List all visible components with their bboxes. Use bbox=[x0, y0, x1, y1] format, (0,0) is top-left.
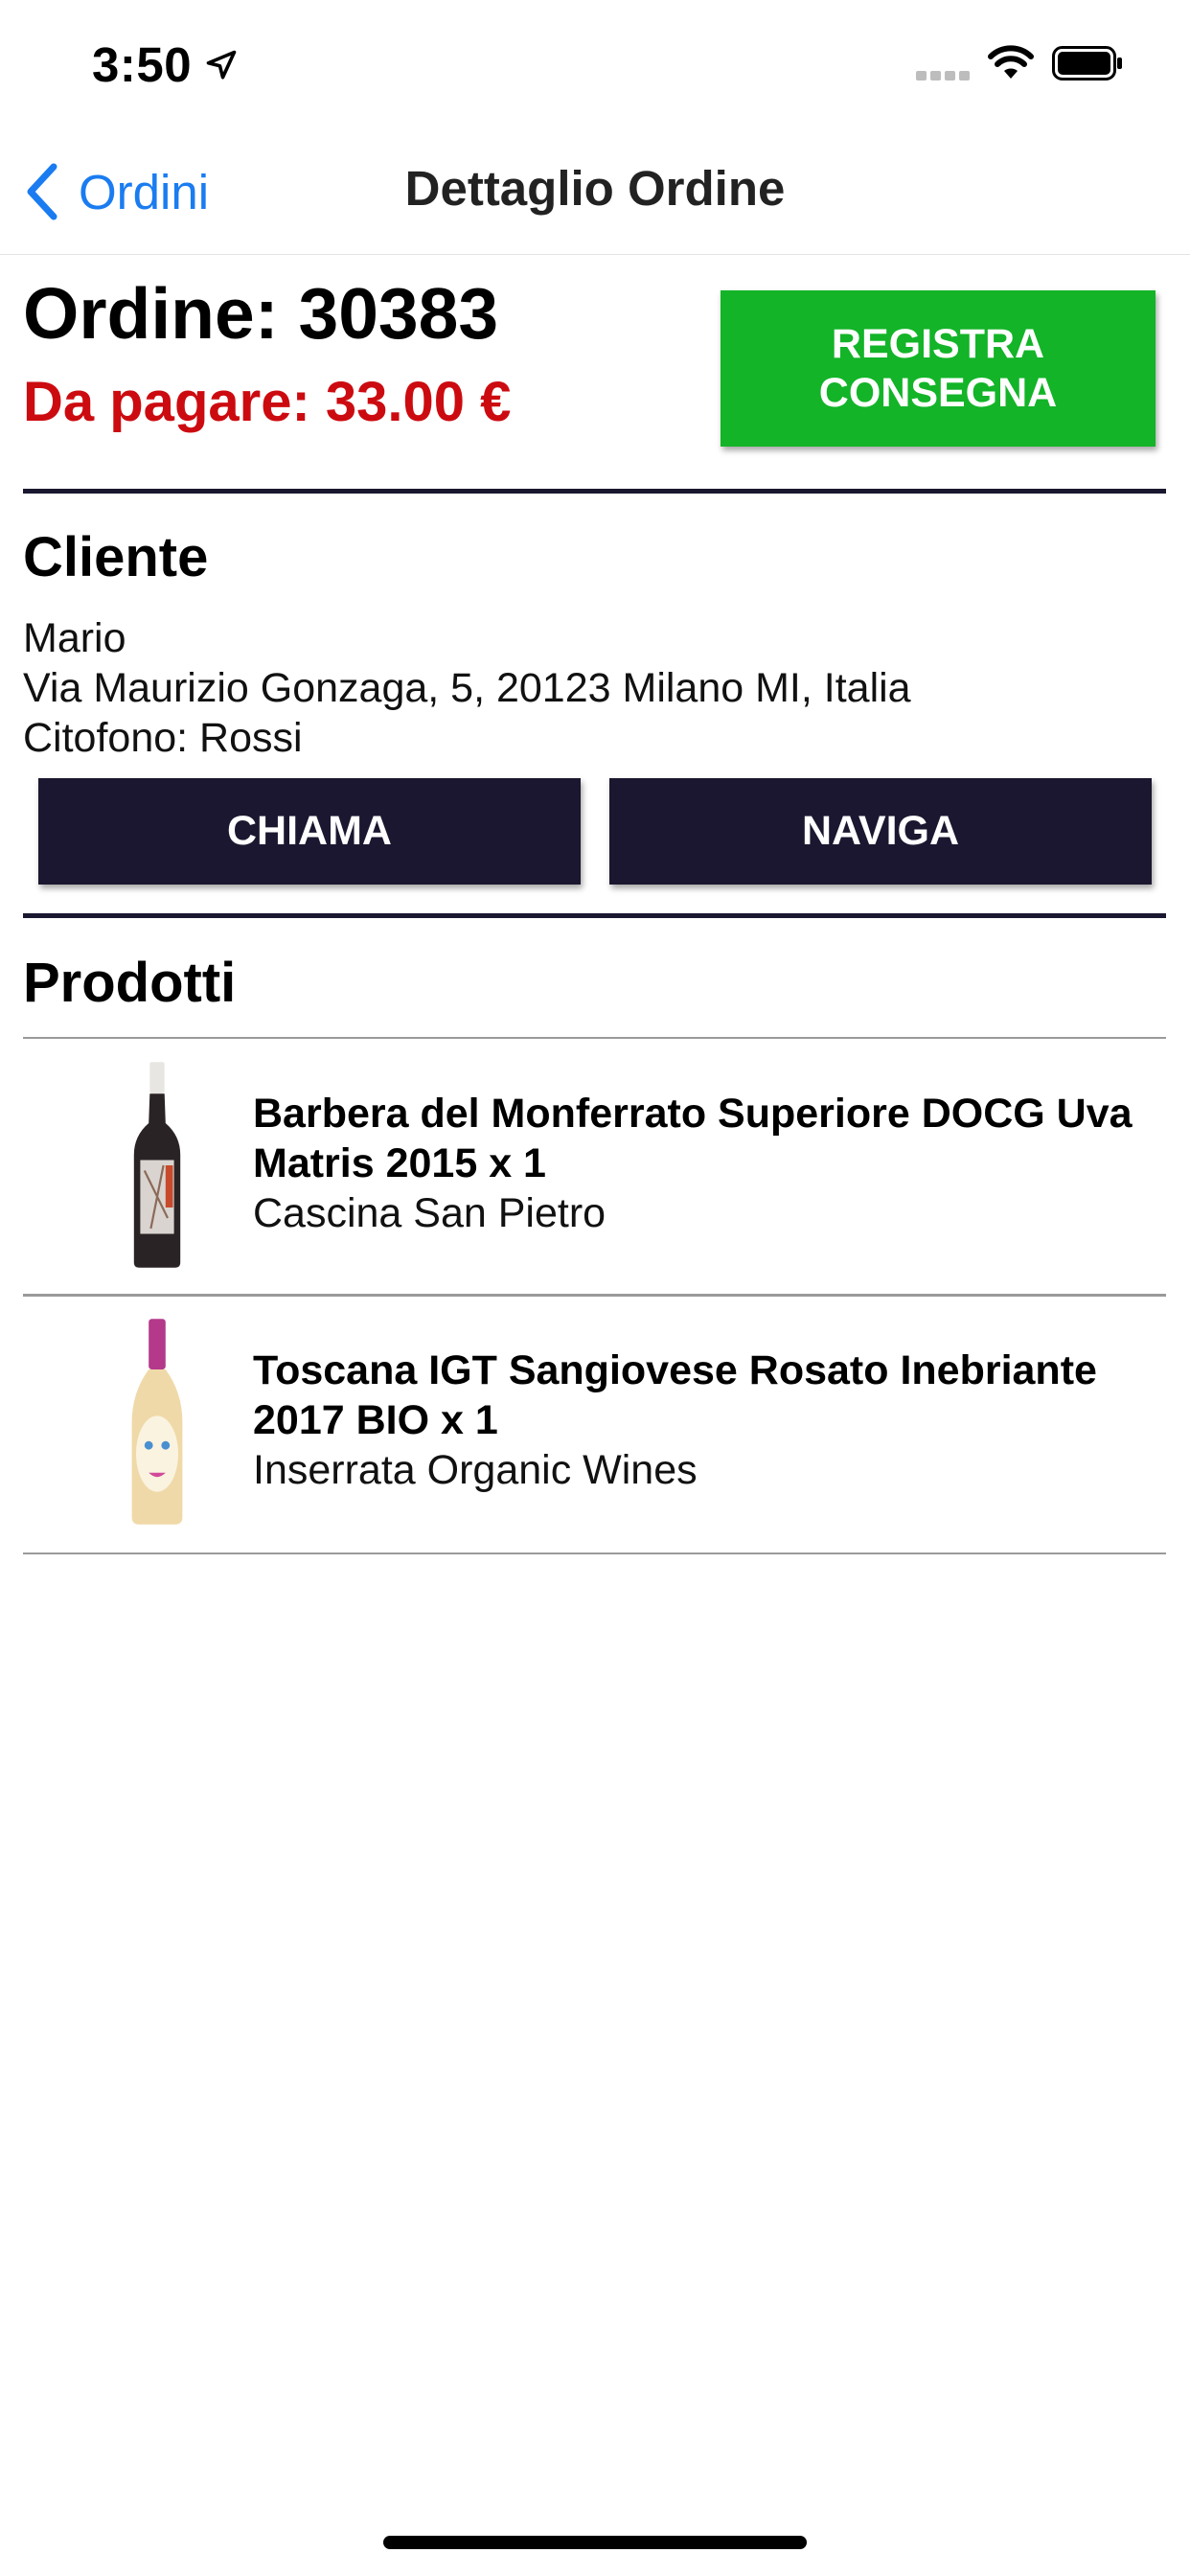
call-button[interactable]: CHIAMA bbox=[38, 778, 581, 885]
product-item[interactable]: Barbera del Monferrato Superiore DOCG Uv… bbox=[23, 1041, 1166, 1292]
status-bar: 3:50 bbox=[0, 0, 1190, 129]
client-intercom: Citofono: Rossi bbox=[23, 715, 303, 761]
navigation-bar: Ordini Dettaglio Ordine bbox=[0, 129, 1190, 255]
call-label: CHIAMA bbox=[227, 808, 392, 854]
battery-icon bbox=[1052, 46, 1122, 80]
products-heading: Prodotti bbox=[23, 952, 237, 1014]
divider bbox=[23, 489, 1166, 494]
amount-due: Da pagare: 33.00 € bbox=[23, 371, 512, 433]
product-name: Barbera del Monferrato Superiore DOCG Uv… bbox=[253, 1091, 1133, 1186]
divider bbox=[23, 913, 1166, 918]
navigate-button[interactable]: NAVIGA bbox=[609, 778, 1152, 885]
cellular-signal-icon bbox=[916, 71, 972, 80]
rose-wine-bottle-icon bbox=[131, 1319, 183, 1525]
product-item[interactable]: Toscana IGT Sangiovese Rosato Inebriante… bbox=[23, 1298, 1166, 1549]
location-arrow-icon bbox=[206, 50, 237, 80]
product-name: Toscana IGT Sangiovese Rosato Inebriante… bbox=[253, 1347, 1097, 1443]
register-delivery-label: REGISTRA CONSEGNA bbox=[818, 320, 1058, 416]
navigate-label: NAVIGA bbox=[801, 808, 960, 854]
divider bbox=[23, 1037, 1166, 1039]
client-name: Mario bbox=[23, 615, 126, 661]
product-producer: Inserrata Organic Wines bbox=[253, 1447, 698, 1493]
home-indicator[interactable] bbox=[383, 2536, 807, 2549]
status-time: 3:50 bbox=[92, 37, 193, 92]
client-heading: Cliente bbox=[23, 526, 209, 588]
page-title: Dettaglio Ordine bbox=[404, 161, 786, 216]
red-wine-bottle-icon bbox=[133, 1062, 181, 1268]
divider bbox=[23, 1294, 1166, 1297]
client-address: Via Maurizio Gonzaga, 5, 20123 Milano MI… bbox=[23, 665, 911, 711]
product-producer: Cascina San Pietro bbox=[253, 1190, 606, 1236]
wifi-icon bbox=[988, 45, 1034, 79]
divider bbox=[23, 1552, 1166, 1554]
order-number: Ordine: 30383 bbox=[23, 273, 499, 354]
register-delivery-button[interactable]: REGISTRA CONSEGNA bbox=[721, 290, 1156, 447]
